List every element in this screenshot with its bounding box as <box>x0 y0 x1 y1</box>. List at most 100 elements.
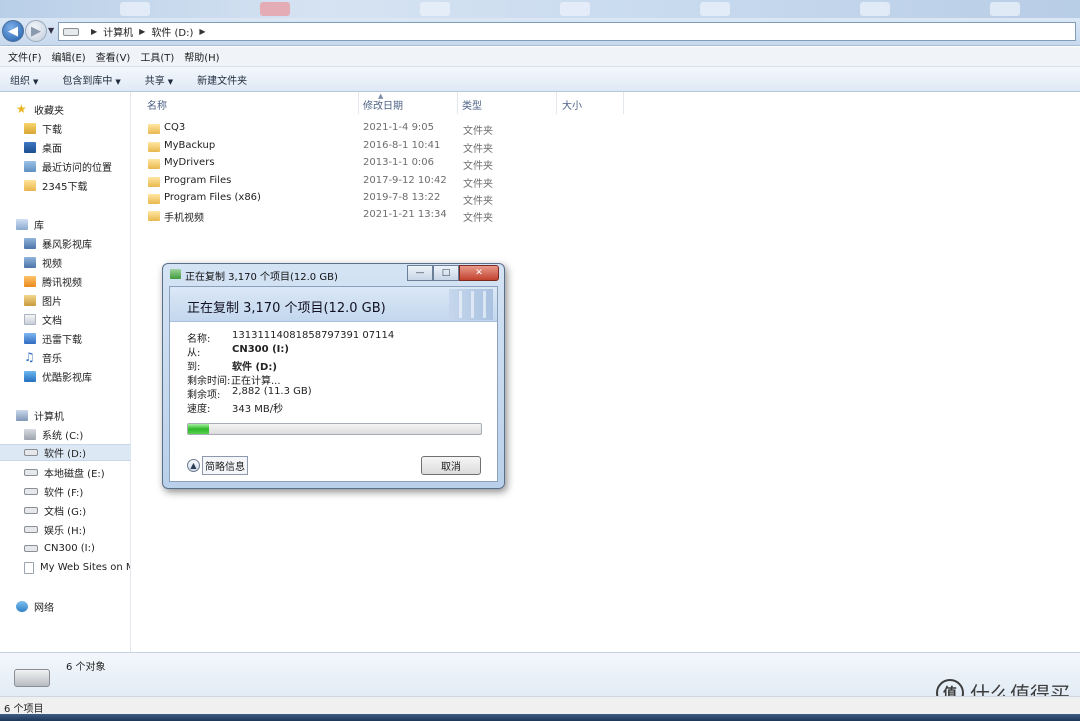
menu-bar: 文件(F) 编辑(E) 查看(V) 工具(T) 帮助(H) <box>0 47 1080 67</box>
navigation-pane: ★ 收藏夹 下载 桌面 最近访问的位置 2345下载 库 暴风影视库 视频 腾讯视… <box>0 92 131 652</box>
minimize-button[interactable]: — <box>407 265 433 281</box>
breadcrumb-drive-d[interactable]: 软件 (D:) <box>151 24 193 39</box>
forward-button[interactable]: ▶ <box>25 20 47 42</box>
folder-icon <box>148 177 160 187</box>
blur-blob <box>560 2 590 16</box>
nav-pictures[interactable]: 图片 <box>24 292 130 309</box>
blur-blob <box>990 2 1020 16</box>
column-size[interactable]: 大小 <box>562 97 582 112</box>
back-button[interactable]: ◀ <box>2 20 24 42</box>
fewer-details-label: 简略信息 <box>202 456 248 475</box>
column-type[interactable]: 类型 <box>462 97 482 112</box>
nav-drive-f[interactable]: 软件 (F:) <box>24 483 130 500</box>
items-remaining-label: 剩余项: <box>187 390 221 401</box>
object-count: 6 个对象 <box>66 662 106 673</box>
nav-recent-places[interactable]: 最近访问的位置 <box>24 158 130 175</box>
drive-icon <box>24 449 38 456</box>
address-bar[interactable]: ▶ 计算机 ▶ 软件 (D:) ▶ <box>58 22 1076 41</box>
drive-icon <box>24 526 38 533</box>
close-button[interactable]: ✕ <box>459 265 499 281</box>
column-divider[interactable] <box>556 92 557 114</box>
breadcrumb-computer[interactable]: 计算机 <box>103 24 133 39</box>
file-row[interactable]: CQ3 2021-1-4 9:05 文件夹 <box>131 120 631 137</box>
organize-button[interactable]: 组织 ▼ <box>10 72 38 87</box>
from-value[interactable]: CN300 (I:) <box>232 344 289 355</box>
nav-videos[interactable]: 视频 <box>24 254 130 271</box>
new-folder-button[interactable]: 新建文件夹 <box>197 72 247 87</box>
nav-2345-downloads[interactable]: 2345下载 <box>24 177 130 194</box>
column-divider[interactable] <box>623 92 624 114</box>
pictures-icon <box>24 295 36 306</box>
nav-drive-d[interactable]: 软件 (D:) <box>0 444 131 461</box>
dialog-header: 正在复制 3,170 个项目(12.0 GB) <box>170 287 497 322</box>
blur-blob <box>860 2 890 16</box>
details-pane: 6 个对象 <box>0 652 1080 696</box>
chevron-right-icon: ▶ <box>199 27 206 36</box>
from-label: 从: <box>187 348 201 359</box>
file-date: 2017-9-12 10:42 <box>363 175 447 186</box>
column-date-modified[interactable]: 修改日期 <box>363 97 403 112</box>
nav-music[interactable]: ♫ 音乐 <box>24 349 130 366</box>
drive-icon <box>24 545 38 552</box>
nav-baofeng-library[interactable]: 暴风影视库 <box>24 235 130 252</box>
star-icon: ★ <box>16 102 27 116</box>
video-icon <box>24 257 36 268</box>
video-library-icon <box>24 238 36 249</box>
file-row[interactable]: 手机视频 2021-1-21 13:34 文件夹 <box>131 207 631 224</box>
column-divider[interactable] <box>358 92 359 114</box>
network-icon <box>16 601 28 612</box>
drive-icon <box>24 469 38 476</box>
file-row[interactable]: Program Files 2017-9-12 10:42 文件夹 <box>131 173 631 190</box>
menu-edit[interactable]: 编辑(E) <box>48 49 90 64</box>
recent-places-icon <box>24 161 36 172</box>
file-date: 2016-8-1 10:41 <box>363 140 441 151</box>
chevron-down-icon: ▼ <box>115 77 121 86</box>
nav-youku-library[interactable]: 优酷影视库 <box>24 368 130 385</box>
file-type: 文件夹 <box>463 179 493 190</box>
nav-computer[interactable]: 计算机 <box>16 407 122 424</box>
share-button[interactable]: 共享 ▼ <box>145 72 173 87</box>
file-name: 手机视频 <box>164 213 204 224</box>
folder-icon <box>148 159 160 169</box>
items-remaining-value: 2,882 (11.3 GB) <box>232 386 312 397</box>
menu-view[interactable]: 查看(V) <box>92 49 135 64</box>
column-divider[interactable] <box>457 92 458 114</box>
include-in-library-button[interactable]: 包含到库中 ▼ <box>62 72 120 87</box>
cancel-button[interactable]: 取消 <box>421 456 481 475</box>
recent-pages-dropdown[interactable]: ▼ <box>48 26 54 35</box>
nav-drive-g[interactable]: 文档 (G:) <box>24 502 130 519</box>
desktop-strip <box>0 0 1080 18</box>
nav-drive-i[interactable]: CN300 (I:) <box>24 540 130 557</box>
menu-file[interactable]: 文件(F) <box>4 49 46 64</box>
maximize-button[interactable]: □ <box>433 265 459 281</box>
nav-favorites[interactable]: ★ 收藏夹 <box>16 101 122 118</box>
folder-icon <box>148 194 160 204</box>
nav-downloads[interactable]: 下载 <box>24 120 130 137</box>
nav-network[interactable]: 网络 <box>16 598 122 615</box>
fewer-details-button[interactable]: ▲ 简略信息 <box>187 456 248 475</box>
nav-drive-c[interactable]: 系统 (C:) <box>24 426 130 443</box>
taskbar <box>0 714 1080 721</box>
file-row[interactable]: MyDrivers 2013-1-1 0:06 文件夹 <box>131 155 631 172</box>
menu-tools[interactable]: 工具(T) <box>136 49 178 64</box>
nav-desktop[interactable]: 桌面 <box>24 139 130 156</box>
column-headers: ▲ 名称 修改日期 类型 大小 <box>131 92 1080 114</box>
command-bar: 组织 ▼ 包含到库中 ▼ 共享 ▼ 新建文件夹 <box>0 67 1080 92</box>
menu-help[interactable]: 帮助(H) <box>180 49 223 64</box>
file-row[interactable]: MyBackup 2016-8-1 10:41 文件夹 <box>131 138 631 155</box>
nav-drive-e[interactable]: 本地磁盘 (E:) <box>24 464 130 481</box>
document-icon <box>24 314 36 325</box>
nav-tencent-video[interactable]: 腾讯视频 <box>24 273 130 290</box>
nav-xunlei-downloads[interactable]: 迅雷下载 <box>24 330 130 347</box>
column-name[interactable]: 名称 <box>147 97 167 112</box>
blur-blob <box>260 2 290 16</box>
file-row[interactable]: Program Files (x86) 2019-7-8 13:22 文件夹 <box>131 190 631 207</box>
nav-my-web-sites[interactable]: My Web Sites on M <box>24 559 130 576</box>
to-value[interactable]: 软件 (D:) <box>232 358 277 373</box>
nav-libraries[interactable]: 库 <box>16 216 122 233</box>
nav-documents[interactable]: 文档 <box>24 311 130 328</box>
drive-icon <box>24 488 38 495</box>
blur-blob <box>700 2 730 16</box>
nav-drive-h[interactable]: 娱乐 (H:) <box>24 521 130 538</box>
drive-icon <box>14 669 50 687</box>
